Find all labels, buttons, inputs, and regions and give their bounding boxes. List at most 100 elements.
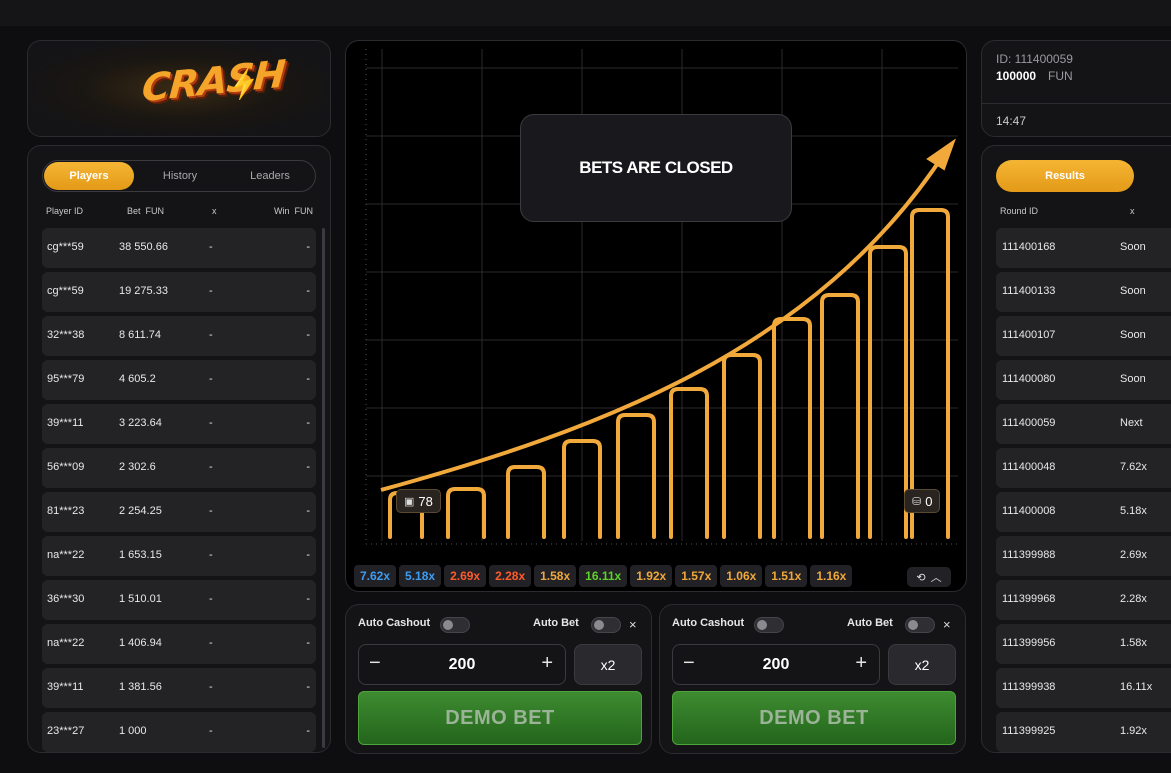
header-round-id: Round ID [1000,206,1039,216]
result-row: 111399956 1.58x [996,624,1171,664]
result-row: 111400133 Soon [996,272,1171,312]
result-round-id: 111400048 [1002,461,1056,473]
history-chip[interactable]: 16.11x [579,565,628,587]
close-icon[interactable]: × [943,617,951,632]
auto-bet-toggle[interactable] [591,617,621,633]
coins-icon: ⛁ [912,495,922,508]
result-multiplier: 2.28x [1120,593,1147,605]
player-id: 56***09 [47,461,85,473]
player-win: - [306,549,310,561]
player-multiplier: - [209,549,213,561]
player-win: - [306,681,310,693]
history-chip[interactable]: 1.16x [810,565,853,587]
history-chip[interactable]: 1.92x [630,565,673,587]
tab-history[interactable]: History [135,161,225,191]
chart-bar [820,293,860,539]
header-player-id: Player ID [46,206,84,216]
bet-panel-1: Auto Cashout Auto Bet × − 200 + x2 DEMO … [345,604,652,754]
multiplier-history: 7.62x 5.18x 2.69x 2.28x 1.58x 16.11x 1.92x 1.57… [354,565,853,587]
bet-amount-value[interactable]: 200 [359,656,565,674]
balance-value: 100000 [996,69,1037,83]
result-row: 111399968 2.28x [996,580,1171,620]
player-win: - [306,417,310,429]
result-row: 111400080 Soon [996,360,1171,400]
history-chip[interactable]: 1.58x [534,565,577,587]
result-multiplier: 5.18x [1120,505,1147,517]
history-chip[interactable]: 1.57x [675,565,718,587]
result-multiplier: Soon [1120,373,1146,385]
player-multiplier: - [209,461,213,473]
result-round-id: 111400008 [1002,505,1056,517]
demo-bet-button[interactable]: DEMO BET [672,691,956,745]
result-round-id: 111399925 [1002,725,1056,737]
cashout-count-badge: ⛁ 0 [904,489,941,513]
auto-cashout-toggle[interactable] [440,617,470,633]
close-icon[interactable]: × [629,617,637,632]
history-chip[interactable]: 2.69x [444,565,487,587]
account-panel: ID: 111400059 100000 FUN 14:47 [981,40,1171,137]
result-multiplier: 1.92x [1120,725,1147,737]
bet-amount-value[interactable]: 200 [673,656,879,674]
player-multiplier: - [209,593,213,605]
header-win: Win FUN [274,206,313,216]
player-row: 81***23 2 254.25 - - [42,492,316,532]
auto-cashout-label: Auto Cashout [358,617,431,629]
result-round-id: 111399988 [1002,549,1056,561]
history-toggle-button[interactable]: ⟲ ︿ [907,567,951,587]
chart-bar [669,387,709,539]
history-chip[interactable]: 7.62x [354,565,397,587]
tab-leaders[interactable]: Leaders [225,161,315,191]
header-x: x [1130,206,1135,216]
player-id: 95***79 [47,373,85,385]
auto-bet-toggle[interactable] [905,617,935,633]
bet-amount-stepper: − 200 + [358,644,566,685]
result-multiplier: 1.58x [1120,637,1147,649]
result-round-id: 111399968 [1002,593,1056,605]
chart-bar [506,465,546,539]
double-bet-button[interactable]: x2 [574,644,642,685]
players-scrollbar[interactable] [322,228,325,748]
players-count: 78 [418,493,433,509]
player-win: - [306,725,310,737]
player-win: - [306,285,310,297]
chart-bar [868,245,908,539]
player-multiplier: - [209,285,213,297]
increase-button[interactable]: + [541,652,553,675]
player-bet: 1 510.01 [119,593,162,605]
tab-results[interactable]: Results [996,160,1134,192]
players-list: cg***59 38 550.66- - cg***59 19 275.33- -32**… [42,228,316,756]
chart-bar [446,487,486,539]
player-id: 81***23 [47,505,85,517]
logo-panel: CRASH ⚡ [27,40,331,137]
player-id: na***22 [47,637,85,649]
chevron-up-icon: ︿ [930,572,942,584]
bets-closed-banner: BETS ARE CLOSED [520,114,792,222]
history-chip[interactable]: 5.18x [399,565,442,587]
tab-players[interactable]: Players [44,162,134,190]
player-bet: 19 275.33 [119,285,168,297]
increase-button[interactable]: + [855,652,867,675]
result-row: 111400048 7.62x [996,448,1171,488]
result-row: 111399925 1.92x [996,712,1171,752]
users-icon: ▣ [404,495,415,508]
auto-cashout-toggle[interactable] [754,617,784,633]
player-bet: 1 381.56 [119,681,162,693]
result-row: 111399988 2.69x [996,536,1171,576]
player-bet: 1 653.15 [119,549,162,561]
player-bet: 38 550.66 [119,241,168,253]
double-bet-button[interactable]: x2 [888,644,956,685]
player-win: - [306,373,310,385]
chart-bar [910,208,950,539]
arrow-head [926,138,956,171]
player-id: cg***59 [47,285,84,297]
auto-bet-label: Auto Bet [533,617,579,629]
player-row: 32***38 8 611.74 - - [42,316,316,356]
history-chip[interactable]: 2.28x [489,565,532,587]
result-multiplier: Soon [1120,285,1146,297]
history-chip[interactable]: 1.06x [720,565,763,587]
player-win: - [306,593,310,605]
crash-logo: CRASH [140,51,287,111]
history-chip[interactable]: 1.51x [765,565,808,587]
player-row: 95***79 4 605.2 - - [42,360,316,400]
demo-bet-button[interactable]: DEMO BET [358,691,642,745]
